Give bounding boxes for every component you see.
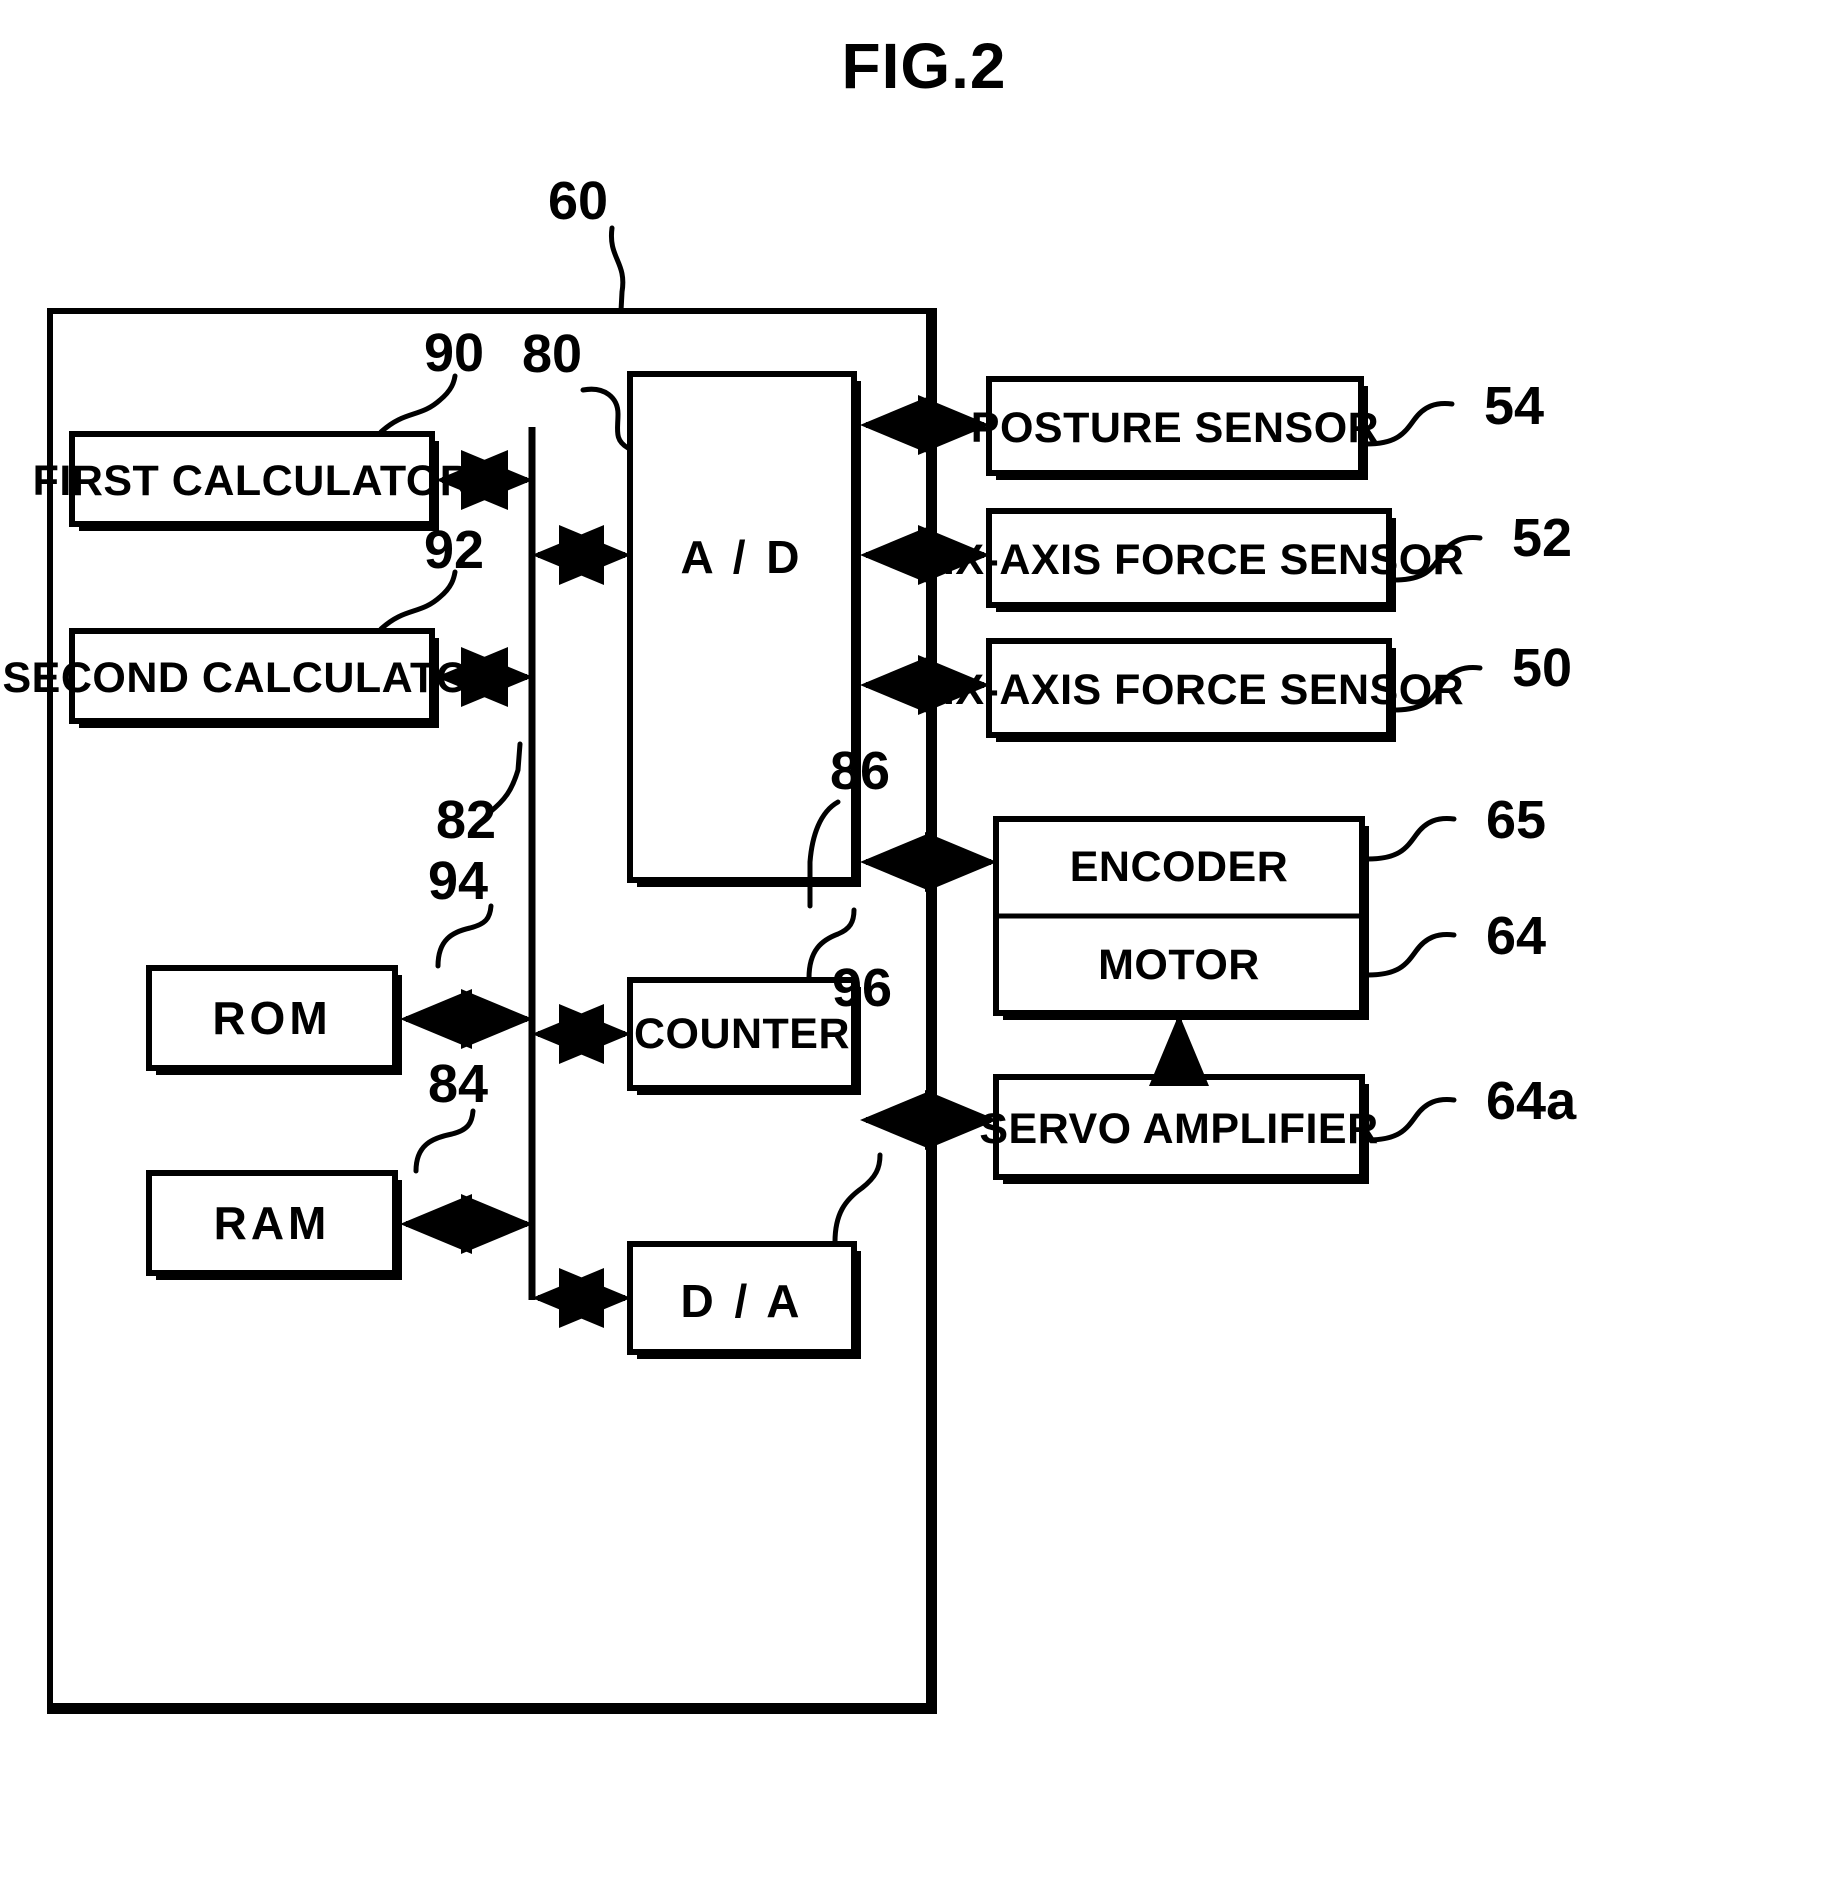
ad-converter-label: A / D [680, 531, 803, 583]
ref-number-96: 96 [832, 958, 892, 1018]
leader-80 [580, 386, 631, 451]
ref-number-92: 92 [424, 520, 484, 580]
leader-65 [1365, 816, 1457, 862]
ref-number-52: 52 [1512, 508, 1572, 568]
ref-number-80: 80 [522, 324, 582, 384]
first-calculator-label: FIRST CALCULATOR [33, 457, 472, 505]
six-axis-force-sensor-50-label: SIX-AXIS FORCE SENSOR [914, 666, 1464, 714]
ref-number-50: 50 [1512, 638, 1572, 698]
posture-sensor-label: POSTURE SENSOR [971, 404, 1379, 452]
servo-amplifier-label: SERVO AMPLIFIER [979, 1105, 1378, 1153]
ref-number-64a: 64a [1486, 1071, 1577, 1131]
ref-number-64: 64 [1486, 906, 1546, 966]
ref-number-82: 82 [436, 790, 496, 850]
leader-94 [435, 903, 494, 969]
ref-number-60: 60 [548, 171, 608, 231]
ref-number-84: 84 [428, 1054, 488, 1114]
leader-64a [1365, 1097, 1457, 1143]
ad-converter-box[interactable] [627, 371, 857, 883]
ref-number-94: 94 [428, 851, 488, 911]
ref-number-65: 65 [1486, 790, 1546, 850]
ref-number-86: 86 [830, 741, 890, 801]
figure-container: FIG.2 60 82 FIRST CALCULATOR 90 SECOND C… [0, 0, 1848, 1892]
leader-92 [378, 569, 458, 632]
da-converter-label: D / A [680, 1275, 803, 1327]
ref-number-54: 54 [1484, 376, 1544, 436]
rom-label: ROM [212, 992, 331, 1044]
second-calculator-label: SECOND CALCULATOR [2, 654, 501, 702]
leader-96 [832, 1152, 883, 1245]
leader-84 [413, 1108, 476, 1174]
page-title: FIG.2 [841, 30, 1006, 102]
leader-90 [378, 373, 458, 435]
ref-number-90: 90 [424, 323, 484, 383]
leader-60 [608, 225, 626, 314]
ram-label: RAM [214, 1197, 331, 1249]
counter-label: COUNTER [634, 1010, 850, 1058]
motor-label: MOTOR [1098, 941, 1260, 989]
leader-64 [1365, 932, 1457, 978]
encoder-label: ENCODER [1070, 843, 1289, 891]
figure-canvas: FIG.2 60 82 FIRST CALCULATOR 90 SECOND C… [2, 30, 1577, 1714]
six-axis-force-sensor-52-label: SIX-AXIS FORCE SENSOR [914, 536, 1464, 584]
